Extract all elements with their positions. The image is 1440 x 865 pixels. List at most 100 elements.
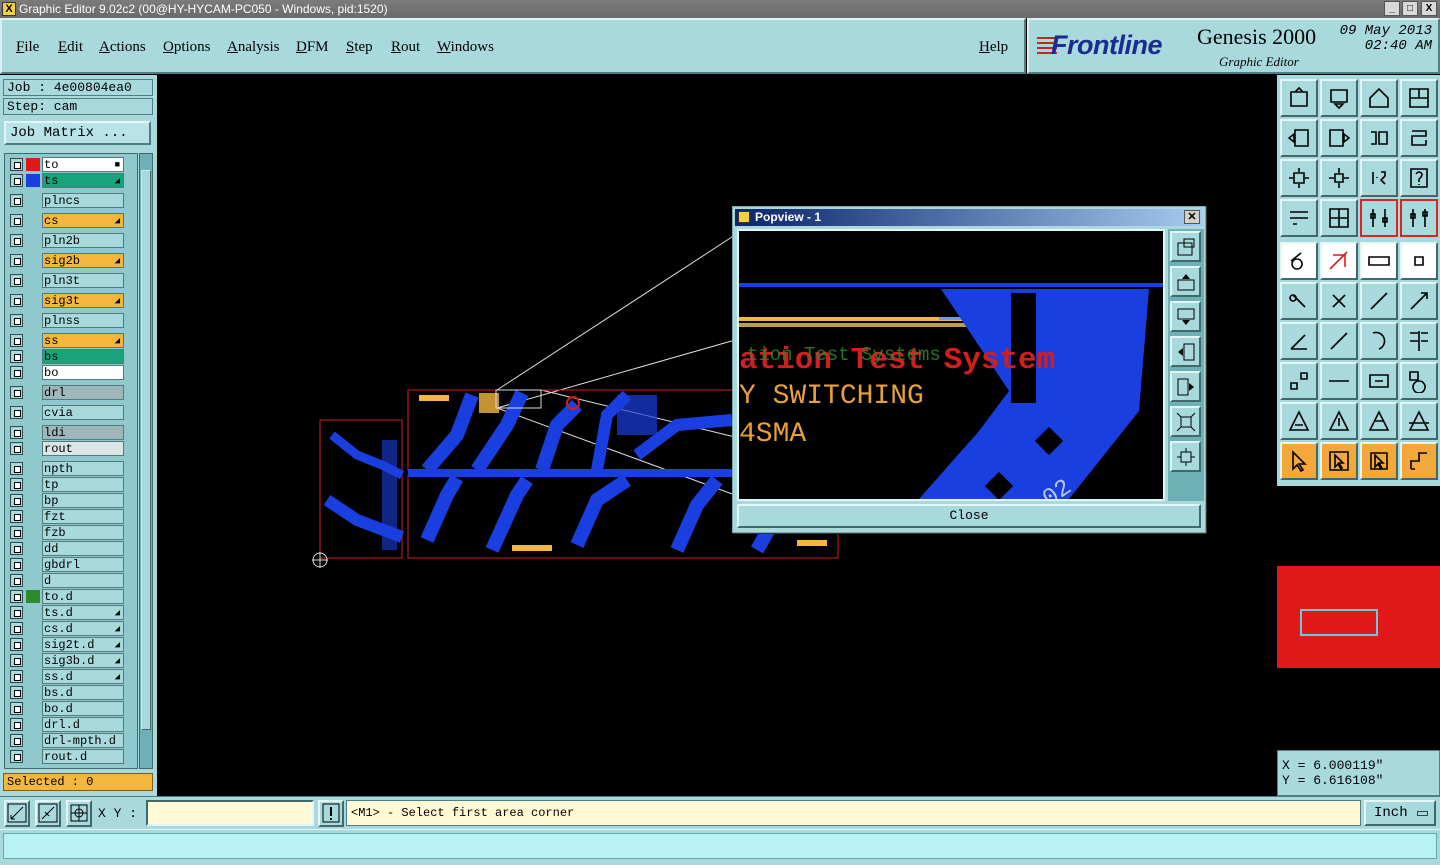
house-button[interactable] xyxy=(1360,79,1398,117)
layer-name[interactable]: d xyxy=(42,573,124,588)
route-button[interactable] xyxy=(1400,442,1438,480)
layer-name[interactable]: ldi xyxy=(42,425,124,440)
layer-name[interactable]: bo xyxy=(42,365,124,380)
move-node-button[interactable] xyxy=(1400,282,1438,320)
dimension-button[interactable] xyxy=(1360,362,1398,400)
maximize-button[interactable]: □ xyxy=(1402,1,1418,16)
layer-checkbox[interactable] xyxy=(10,494,23,507)
unit-selector[interactable]: Inch xyxy=(1364,800,1436,826)
layer-name[interactable]: to ■ xyxy=(42,157,124,172)
layer-row-rout[interactable]: rout xyxy=(7,441,125,456)
layer-row-plncs[interactable]: plncs xyxy=(7,193,125,208)
layer-name[interactable]: sig3b.d ◢ xyxy=(42,653,124,668)
layer-color-swatch[interactable] xyxy=(26,590,40,603)
layer-name[interactable]: bs xyxy=(42,349,124,364)
layer-name[interactable]: cvia xyxy=(42,405,124,420)
popview-close-button[interactable]: Close xyxy=(737,504,1201,528)
layer-name[interactable]: pln2b xyxy=(42,233,124,248)
layer-row-drl[interactable]: drl xyxy=(7,385,125,400)
menu-actions[interactable]: Actions xyxy=(99,39,146,56)
layer-row-bs[interactable]: bs xyxy=(7,349,125,364)
layer-row-sig2b[interactable]: sig2b ◢ xyxy=(7,253,125,268)
layer-name[interactable]: plnss xyxy=(42,313,124,328)
layer-row-dd[interactable]: dd xyxy=(7,541,125,556)
layer-row-pln2b[interactable]: pln2b xyxy=(7,233,125,248)
layer-checkbox[interactable] xyxy=(10,350,23,363)
layer-checkbox[interactable] xyxy=(10,234,23,247)
pv-zoom-out-button[interactable] xyxy=(1170,441,1201,472)
layer-row-sig2t-d[interactable]: sig2t.d ◢ xyxy=(7,637,125,652)
zoom-fit-button[interactable] xyxy=(1280,159,1318,197)
layer-checkbox[interactable] xyxy=(10,718,23,731)
triangle-a-button[interactable] xyxy=(1320,402,1358,440)
layer-checkbox[interactable] xyxy=(10,314,23,327)
layer-checkbox[interactable] xyxy=(10,406,23,419)
layer-name[interactable]: drl xyxy=(42,385,124,400)
layer-row-sig3t[interactable]: sig3t ◢ xyxy=(7,293,125,308)
connect-nodes-button[interactable] xyxy=(1280,282,1318,320)
triangle-cap-button[interactable] xyxy=(1360,402,1398,440)
layer-checkbox[interactable] xyxy=(10,622,23,635)
layer-name[interactable]: plncs xyxy=(42,193,124,208)
home-bottom-button[interactable] xyxy=(1320,79,1358,117)
add-node-button[interactable] xyxy=(1360,282,1398,320)
symmetric-button[interactable] xyxy=(1400,322,1438,360)
menu-windows[interactable]: Windows xyxy=(437,39,494,56)
pointer-button[interactable] xyxy=(1280,442,1318,480)
layer-checkbox[interactable] xyxy=(10,574,23,587)
menu-options[interactable]: Options xyxy=(163,39,211,56)
layer-row-ldi[interactable]: ldi xyxy=(7,425,125,440)
layer-checkbox[interactable] xyxy=(10,254,23,267)
layer-name[interactable]: bo.d xyxy=(42,701,124,716)
snap-line-icon[interactable] xyxy=(35,800,61,827)
layer-checkbox[interactable] xyxy=(10,638,23,651)
help-button[interactable] xyxy=(1400,159,1438,197)
layer-name[interactable]: gbdrl xyxy=(42,557,124,572)
menu-edit[interactable]: Edit xyxy=(58,39,83,56)
layer-checkbox[interactable] xyxy=(10,590,23,603)
layer-row-gbdrl[interactable]: gbdrl xyxy=(7,557,125,572)
home-top-button[interactable] xyxy=(1280,79,1318,117)
layer-color-swatch[interactable] xyxy=(26,174,40,187)
layer-name[interactable]: rout.d xyxy=(42,749,124,764)
layer-checkbox[interactable] xyxy=(10,294,23,307)
layer-row-sig3b-d[interactable]: sig3b.d ◢ xyxy=(7,653,125,668)
menu-rout[interactable]: Rout xyxy=(391,39,420,56)
layer-name[interactable]: rout xyxy=(42,441,124,456)
scrollbar-thumb[interactable] xyxy=(141,170,151,730)
xy-input[interactable] xyxy=(146,800,314,826)
layer-checkbox[interactable] xyxy=(10,702,23,715)
layer-checkbox[interactable] xyxy=(10,510,23,523)
layer-checkbox[interactable] xyxy=(10,526,23,539)
popview-close-icon[interactable]: ✕ xyxy=(1184,210,1200,224)
net-highlight-all-button[interactable] xyxy=(1400,199,1438,237)
layer-checkbox[interactable] xyxy=(10,606,23,619)
layer-list-scrollbar[interactable] xyxy=(139,153,153,769)
layer-checkbox[interactable] xyxy=(10,194,23,207)
job-matrix-button[interactable]: Job Matrix ... xyxy=(4,121,151,145)
layer-edit-button[interactable] xyxy=(1320,242,1358,280)
layer-name[interactable]: to.d xyxy=(42,589,124,604)
segment-button[interactable] xyxy=(1320,362,1358,400)
overview-map[interactable] xyxy=(1277,486,1440,750)
feature-select-button[interactable] xyxy=(1280,242,1318,280)
split-view-button[interactable] xyxy=(1400,79,1438,117)
snap-grid-icon[interactable] xyxy=(4,800,30,827)
pan-right-button[interactable] xyxy=(1320,119,1358,157)
menu-dfm[interactable]: DFM xyxy=(296,39,329,56)
triangle-line-button[interactable] xyxy=(1400,402,1438,440)
layer-row-to-d[interactable]: to.d xyxy=(7,589,125,604)
layer-name[interactable]: fzb xyxy=(42,525,124,540)
layer-name[interactable]: cs.d ◢ xyxy=(42,621,124,636)
pad-button[interactable] xyxy=(1400,242,1438,280)
layer-checkbox[interactable] xyxy=(10,462,23,475)
delete-node-button[interactable] xyxy=(1320,282,1358,320)
layer-name[interactable]: cs ◢ xyxy=(42,213,124,228)
layer-checkbox[interactable] xyxy=(10,274,23,287)
layer-name[interactable]: drl-mpth.d xyxy=(42,733,124,748)
layer-checkbox[interactable] xyxy=(10,426,23,439)
layer-row-d[interactable]: d xyxy=(7,573,125,588)
shapes-button[interactable] xyxy=(1400,362,1438,400)
layer-row-fzt[interactable]: fzt xyxy=(7,509,125,524)
pv-zoom-in-button[interactable] xyxy=(1170,406,1201,437)
